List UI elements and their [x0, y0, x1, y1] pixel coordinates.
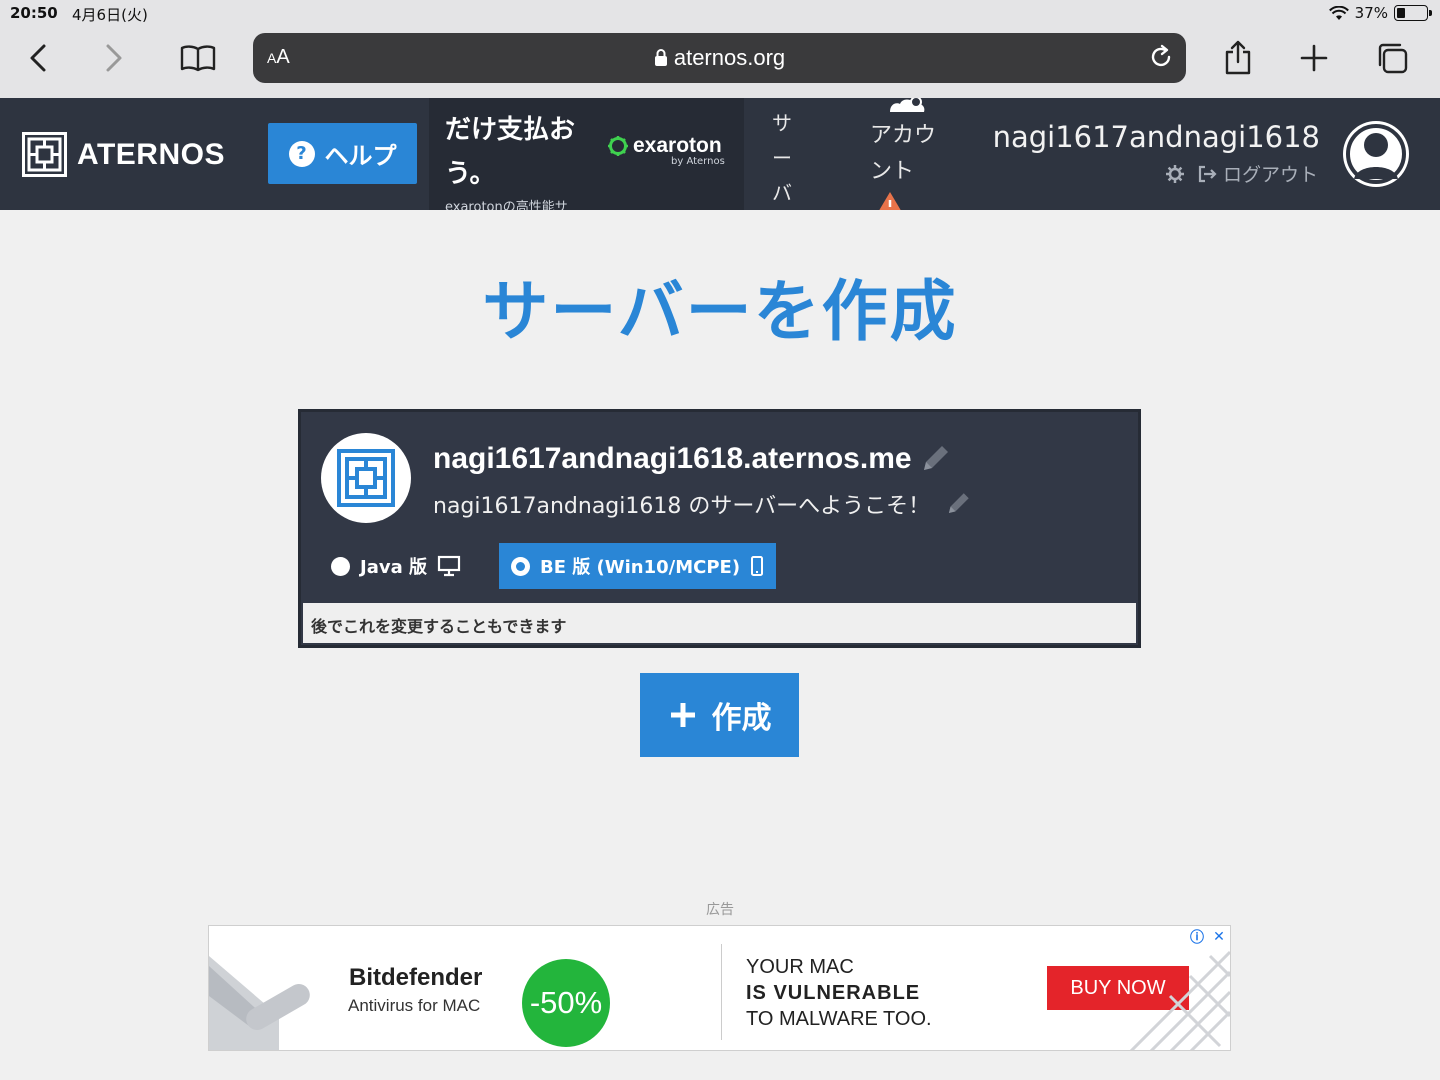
settings-gear-icon[interactable] [1165, 164, 1185, 184]
server-card: nagi1617andnagi1618.aternos.me nagi1617a… [298, 409, 1141, 648]
exaroton-by: by Aternos [671, 156, 725, 167]
browser-toolbar: AA aternos.org [0, 26, 1440, 98]
address-bar[interactable]: AA aternos.org [253, 33, 1186, 83]
lock-icon [654, 49, 667, 66]
edit-motd-pencil-icon[interactable] [944, 490, 972, 518]
tabs-icon[interactable] [1372, 38, 1412, 78]
reload-icon[interactable] [1148, 44, 1174, 70]
aternos-logo[interactable]: ATERNOS [22, 132, 225, 177]
back-icon[interactable] [18, 38, 58, 78]
ad-line-2: IS VULNERABLE [746, 982, 921, 1004]
ad-choices[interactable]: ⓘ ✕ [1188, 928, 1228, 946]
new-tab-icon[interactable] [1294, 38, 1334, 78]
cloud-gear-icon [890, 98, 925, 112]
user-avatar-icon [1346, 124, 1406, 184]
status-date: 4月6日(火) [72, 6, 148, 24]
edition-be-option[interactable]: BE 版 (Win10/MCPE) [499, 543, 777, 589]
nav-tab-server[interactable]: サーバ [770, 106, 794, 210]
be-label: BE 版 (Win10/MCPE) [540, 557, 741, 578]
java-label: Java 版 [360, 557, 427, 578]
plus-icon [670, 703, 695, 727]
exaroton-promo[interactable]: だけ支払おう。 exarotonの高性能サ exaroton by Aterno… [429, 98, 744, 210]
nav-tab-account[interactable]: アカウント [870, 118, 950, 190]
create-button[interactable]: 作成 [640, 673, 799, 757]
logout-icon [1198, 165, 1217, 182]
logout-label: ログアウト [1222, 164, 1318, 186]
ad-line-1: YOUR MAC [746, 956, 854, 978]
bookmarks-icon[interactable] [178, 38, 218, 78]
desktop-icon [437, 555, 461, 577]
logo-text: ATERNOS [77, 137, 225, 171]
mobile-icon [751, 556, 764, 576]
status-right: 37% [1328, 4, 1432, 22]
ad-banner[interactable]: Bitdefender Antivirus for MAC -50% YOUR … [208, 925, 1231, 1051]
site-header: ATERNOS ? ヘルプ だけ支払おう。 exarotonの高性能サ exar… [0, 98, 1440, 210]
ad-product: Antivirus for MAC [348, 996, 481, 1015]
exaroton-gear-icon [608, 136, 628, 156]
wifi-icon [1328, 5, 1349, 20]
logout-link[interactable]: ログアウト [1197, 160, 1318, 187]
username: nagi1617andnagi1618 [992, 120, 1320, 154]
url-host: aternos.org [253, 45, 1186, 71]
be-radio[interactable] [511, 556, 530, 576]
java-radio[interactable] [331, 556, 350, 576]
laptop-illustration [209, 926, 349, 1050]
edition-note: 後でこれを変更することもできます [303, 603, 1136, 643]
motd-text: nagi1617andnagi1618 のサーバーへようこそ！ [433, 494, 931, 519]
server-address-text: nagi1617andnagi1618.aternos.me [433, 442, 912, 475]
ad-message: YOUR MAC IS VULNERABLE TO MALWARE TOO. [746, 954, 932, 1032]
aternos-server-icon [337, 449, 395, 507]
exaroton-logo: exaroton [607, 134, 722, 158]
forward-icon[interactable] [94, 38, 134, 78]
ad-divider [721, 944, 722, 1040]
server-address[interactable]: nagi1617andnagi1618.aternos.me [433, 442, 952, 476]
battery-icon [1394, 5, 1432, 21]
battery-percent: 37% [1354, 4, 1388, 22]
share-icon[interactable] [1218, 38, 1258, 78]
exaroton-name: exaroton [633, 134, 722, 157]
ad-discount-badge: -50% [522, 959, 610, 1047]
avatar[interactable] [1343, 121, 1409, 187]
status-bar: 20:50 4月6日(火) 37% [0, 0, 1440, 26]
ad-line-3: TO MALWARE TOO. [746, 1008, 932, 1030]
edition-selector: Java 版 BE 版 (Win10/MCPE) [321, 543, 777, 589]
aternos-logo-icon [22, 132, 67, 177]
host-text: aternos.org [673, 45, 786, 70]
create-label: 作成 [711, 701, 772, 736]
server-icon [321, 433, 411, 523]
server-motd[interactable]: nagi1617andnagi1618 のサーバーへようこそ！ [433, 488, 972, 520]
question-icon: ? [288, 140, 315, 167]
promo-title: だけ支払おう。 [445, 115, 576, 189]
page-title: サーバーを作成 [482, 273, 958, 350]
ad-brand: Bitdefender [349, 964, 483, 991]
promo-subtitle: exarotonの高性能サ [445, 200, 568, 210]
warning-icon [879, 192, 901, 210]
edition-java-option[interactable]: Java 版 [321, 543, 471, 589]
help-label: ヘルプ [324, 142, 397, 170]
ad-close-icon[interactable]: ✕ [1210, 928, 1228, 946]
ad-info-icon[interactable]: ⓘ [1188, 928, 1206, 946]
edit-address-pencil-icon[interactable] [918, 442, 952, 476]
user-links: ログアウト [1165, 160, 1318, 187]
help-button[interactable]: ? ヘルプ [268, 123, 417, 184]
ad-label: 広告 [706, 902, 734, 918]
status-time: 20:50 [10, 4, 58, 22]
